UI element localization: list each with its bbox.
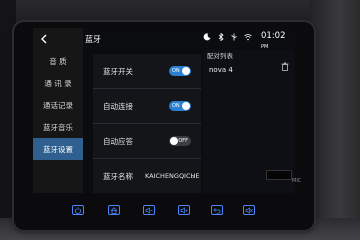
back-arrow-icon[interactable]: [39, 34, 49, 44]
dashboard-trim-top: [0, 0, 360, 24]
setting-label: 蓝牙开关: [103, 66, 133, 76]
nav-item-label: 音 质: [49, 56, 67, 66]
clock: 01:02 PM: [261, 31, 295, 51]
volume-up-icon: [180, 206, 188, 214]
chevron-right-icon: ›: [191, 171, 195, 181]
wifi-icon: [244, 34, 252, 41]
toggle-state: ON: [172, 68, 180, 74]
toggle-state: ON: [172, 103, 180, 109]
hw-home-button[interactable]: [108, 205, 120, 215]
usb-icon: [231, 33, 237, 41]
paired-list-title: 配对列表: [207, 52, 233, 60]
nav-item-contacts[interactable]: 通 讯 录: [33, 72, 83, 94]
nav-item-label: 通话记录: [43, 100, 73, 110]
hw-back-button[interactable]: [211, 205, 223, 215]
nav-item-label: 蓝牙设置: [43, 144, 73, 154]
paired-device-item[interactable]: nova 4: [209, 66, 233, 74]
hw-volume-down-button[interactable]: [143, 205, 155, 215]
nav-item-bt-music[interactable]: 蓝牙音乐: [33, 116, 83, 138]
usb-port: [266, 170, 292, 180]
volume-mute-icon: [245, 206, 253, 214]
return-icon: [213, 207, 221, 214]
nav-item-label: 通 讯 录: [44, 78, 72, 88]
screen: 音 质 通 讯 录 通话记录 蓝牙音乐 蓝牙设置 蓝牙 蓝牙开关 ON 自动连接…: [33, 28, 295, 193]
hw-mute-button[interactable]: [243, 205, 255, 215]
clock-time: 01:02: [261, 31, 286, 41]
hw-power-button[interactable]: [72, 205, 84, 215]
dashboard-trim-right: [310, 0, 360, 240]
setting-row-auto-connect: 自动连接 ON: [93, 89, 201, 124]
toggle-state: OFF: [178, 138, 188, 144]
bluetooth-icon: [218, 33, 224, 41]
mic-label: MIC: [292, 178, 302, 184]
nav-item-audio[interactable]: 音 质: [33, 50, 83, 72]
toggle-knob: [182, 102, 190, 110]
trash-icon[interactable]: [281, 62, 289, 71]
bluetooth-nav: 音 质 通 讯 录 通话记录 蓝牙音乐 蓝牙设置: [33, 28, 83, 193]
setting-label: 自动连接: [103, 101, 133, 111]
auto-connect-toggle[interactable]: ON: [169, 101, 191, 111]
nav-item-label: 蓝牙音乐: [43, 122, 73, 132]
hw-volume-up-button[interactable]: [178, 205, 190, 215]
setting-row-bt-name[interactable]: 蓝牙名称 KAICHENGQICHE ›: [93, 159, 201, 193]
settings-panel: 蓝牙开关 ON 自动连接 ON 自动应答 OFF 蓝牙名称 KAICHENGQI…: [93, 54, 201, 193]
power-icon: [75, 206, 81, 214]
home-icon: [110, 206, 118, 214]
moon-icon: [203, 33, 211, 41]
bt-switch-toggle[interactable]: ON: [169, 66, 191, 76]
toggle-knob: [182, 67, 190, 75]
page-title: 蓝牙: [85, 35, 101, 44]
setting-label: 蓝牙名称: [103, 171, 133, 181]
setting-label: 自动应答: [103, 136, 133, 146]
auto-answer-toggle[interactable]: OFF: [169, 136, 191, 146]
volume-down-icon: [145, 206, 153, 214]
nav-item-call-log[interactable]: 通话记录: [33, 94, 83, 116]
nav-header: [33, 28, 83, 50]
setting-row-auto-answer: 自动应答 OFF: [93, 124, 201, 159]
toggle-knob: [170, 137, 178, 145]
setting-row-bt-switch: 蓝牙开关 ON: [93, 54, 201, 89]
nav-item-bt-settings[interactable]: 蓝牙设置: [33, 138, 83, 160]
clock-suffix: PM: [261, 44, 269, 50]
